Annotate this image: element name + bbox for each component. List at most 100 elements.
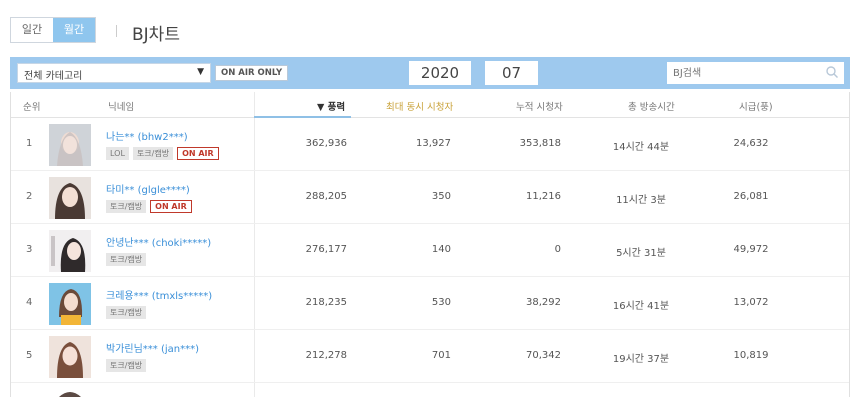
- bj-id: (tmxls*****): [151, 291, 213, 302]
- bj-thumbnail[interactable]: [49, 283, 91, 325]
- page-title: BJ차트: [132, 25, 180, 45]
- hourly-value: 26,081: [733, 191, 769, 202]
- bj-thumbnail[interactable]: [49, 387, 91, 397]
- hourly-value: 13,072: [733, 297, 769, 308]
- header-power[interactable]: ▼ 풍력: [317, 99, 345, 113]
- onair-badge[interactable]: ON AIR: [150, 200, 192, 213]
- bj-name-link[interactable]: 타미** (glgle****): [106, 181, 190, 196]
- header-total-broadcast[interactable]: 총 방송시간: [628, 99, 675, 113]
- bj-name-link[interactable]: 박가린님*** (jan***): [106, 340, 199, 355]
- total-viewers-value: 38,292: [526, 297, 561, 308]
- bj-id: (choki*****): [151, 238, 212, 249]
- header-max-viewers[interactable]: 최대 동시 시청자: [386, 99, 453, 113]
- table-header: 순위 닉네임 ▼ 풍력 최대 동시 시청자 누적 시청자 총 방송시간 시급(풍…: [11, 92, 849, 118]
- divider: [116, 25, 117, 37]
- table-row[interactable]: 2 타미** (glgle****) 토크/캠방 ON AIR 288,205 …: [11, 171, 849, 224]
- power-value: 218,235: [305, 297, 347, 308]
- category-tag[interactable]: 토크/캠방: [106, 359, 147, 372]
- bj-nickname: 박가린님***: [106, 344, 158, 355]
- hourly-value: 24,632: [733, 138, 769, 149]
- period-monthly-button[interactable]: 월간: [53, 18, 95, 42]
- tag-list: 토크/캠방 ON AIR: [106, 200, 192, 213]
- max-viewers-value: 701: [431, 350, 451, 361]
- rank-number: 4: [26, 297, 33, 308]
- bj-photo-icon: [49, 336, 91, 378]
- onair-badge[interactable]: ON AIR: [177, 147, 219, 160]
- onair-only-button[interactable]: ON AIR ONLY: [215, 65, 289, 81]
- power-value: 288,205: [305, 191, 347, 202]
- max-viewers-value: 13,927: [416, 138, 451, 149]
- tag-list: 토크/캠방: [106, 306, 147, 319]
- total-viewers-value: 70,342: [526, 350, 561, 361]
- period-toggle: 일간 월간: [10, 17, 96, 43]
- bj-nickname: 안녕난***: [106, 238, 149, 249]
- bj-nickname: 타미**: [106, 185, 135, 196]
- bj-nickname: 나는**: [106, 132, 135, 143]
- period-daily-button[interactable]: 일간: [11, 18, 53, 42]
- power-value: 212,278: [305, 350, 347, 361]
- table-row[interactable]: 5 박가린님*** (jan***) 토크/캠방 212,278 701 70,…: [11, 330, 849, 383]
- tag-list: 토크/캠방: [106, 253, 147, 266]
- power-value: 362,936: [305, 138, 347, 149]
- hourly-value: 49,972: [733, 244, 769, 255]
- bj-photo-icon: [49, 124, 91, 166]
- bj-chart-table: 순위 닉네임 ▼ 풍력 최대 동시 시청자 누적 시청자 총 방송시간 시급(풍…: [10, 92, 850, 397]
- table-row[interactable]: [11, 383, 849, 397]
- power-value: 276,177: [305, 244, 347, 255]
- bj-thumbnail[interactable]: [49, 336, 91, 378]
- broadcast-time-value: 11시간 3분: [616, 195, 666, 206]
- bj-photo-icon: [49, 387, 91, 397]
- month-selector[interactable]: 07: [485, 61, 538, 85]
- category-tag[interactable]: 토크/캠방: [106, 200, 147, 213]
- category-select-value: 전체 카테고리: [24, 71, 83, 82]
- bj-id: (glgle****): [137, 185, 190, 196]
- category-select[interactable]: 전체 카테고리 ▼: [17, 63, 211, 83]
- rank-number: 1: [26, 138, 33, 149]
- bj-search-input[interactable]: [667, 62, 844, 84]
- year-selector[interactable]: 2020: [409, 61, 471, 85]
- broadcast-time-value: 16시간 41분: [612, 301, 670, 312]
- total-viewers-value: 353,818: [519, 138, 561, 149]
- total-viewers-value: 0: [554, 244, 561, 255]
- broadcast-time-value: 5시간 31분: [616, 248, 666, 259]
- max-viewers-value: 350: [431, 191, 451, 202]
- total-viewers-value: 11,216: [526, 191, 561, 202]
- bj-name-link[interactable]: 나는** (bhw2***): [106, 128, 188, 143]
- rank-number: 2: [26, 191, 33, 202]
- table-row[interactable]: 1 나는** (bhw2***) LOL 토크/캠방 ON AIR 362,93…: [11, 118, 849, 171]
- hourly-value: 10,819: [733, 350, 769, 361]
- max-viewers-value: 140: [431, 244, 451, 255]
- header-total-viewers[interactable]: 누적 시청자: [516, 99, 563, 113]
- category-tag[interactable]: 토크/캠방: [132, 147, 174, 160]
- tag-list: LOL 토크/캠방 ON AIR: [106, 147, 219, 160]
- category-tag[interactable]: 토크/캠방: [106, 253, 147, 266]
- rank-number: 5: [26, 350, 33, 361]
- category-tag[interactable]: 토크/캠방: [106, 306, 147, 319]
- filter-bar: 전체 카테고리 ▼ ON AIR ONLY 2020 07: [10, 57, 850, 89]
- top-bar: 일간 월간 BJ차트: [10, 12, 850, 48]
- header-nickname: 닉네임: [108, 102, 135, 113]
- bj-name-link[interactable]: 안녕난*** (choki*****): [106, 234, 211, 249]
- bj-photo-icon: [49, 283, 91, 325]
- bj-thumbnail[interactable]: [49, 124, 91, 166]
- bj-thumbnail[interactable]: [49, 230, 91, 272]
- bj-id: (bhw2***): [137, 132, 188, 143]
- category-tag[interactable]: LOL: [106, 147, 129, 160]
- search-icon[interactable]: [825, 65, 839, 79]
- rank-number: 3: [26, 244, 33, 255]
- header-hourly[interactable]: 시급(풍): [739, 99, 773, 113]
- table-row[interactable]: 3 안녕난*** (choki*****) 토크/캠방 276,177 140 …: [11, 224, 849, 277]
- max-viewers-value: 530: [431, 297, 451, 308]
- broadcast-time-value: 19시간 37분: [612, 354, 670, 365]
- header-rank: 순위: [23, 102, 41, 113]
- bj-nickname: 크레용***: [106, 291, 149, 302]
- bj-id: (jan***): [161, 344, 200, 355]
- bj-thumbnail[interactable]: [49, 177, 91, 219]
- bj-name-link[interactable]: 크레용*** (tmxls*****): [106, 287, 212, 302]
- broadcast-time-value: 14시간 44분: [612, 142, 670, 153]
- bj-photo-icon: [49, 230, 91, 272]
- bj-photo-icon: [49, 177, 91, 219]
- tag-list: 토크/캠방: [106, 359, 147, 372]
- table-row[interactable]: 4 크레용*** (tmxls*****) 토크/캠방 218,235 530 …: [11, 277, 849, 330]
- dropdown-arrow-icon: ▼: [197, 67, 204, 77]
